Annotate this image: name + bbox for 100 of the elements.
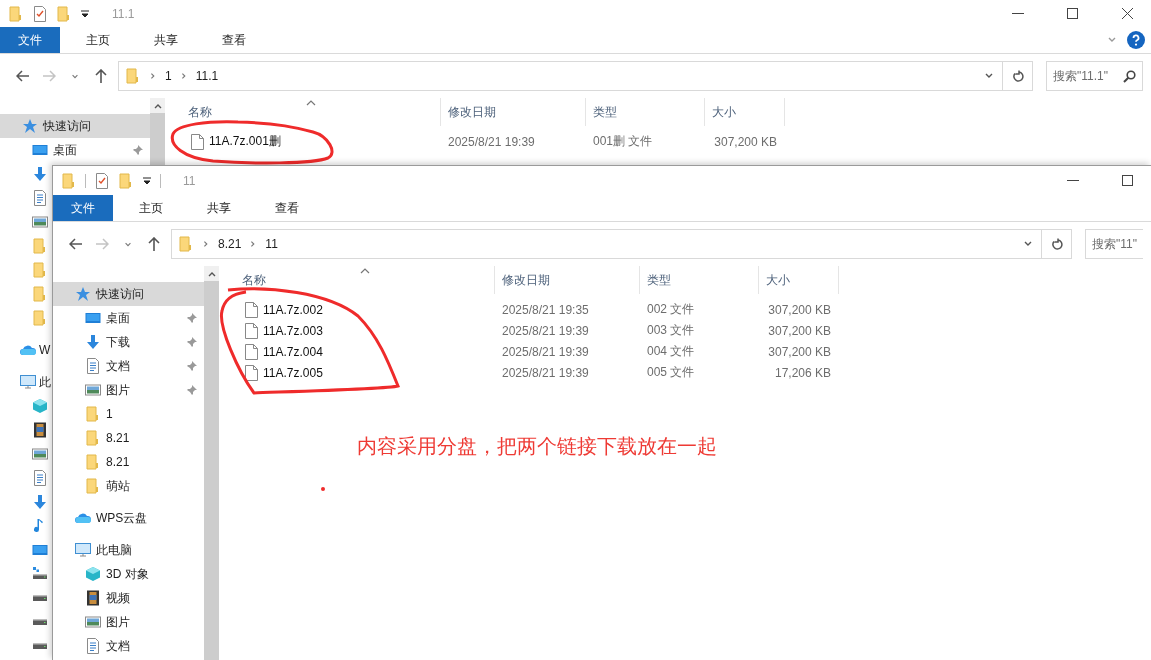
file-type: 004 文件 [646, 343, 696, 360]
column-header[interactable]: 修改日期 [441, 98, 586, 126]
star-icon [75, 286, 91, 302]
ribbon-tab[interactable]: 主页 [121, 195, 181, 221]
sidebar-item[interactable]: 此电脑 [53, 538, 204, 562]
sidebar-item[interactable]: 8.21 [53, 450, 204, 474]
sidebar-item[interactable]: 视频 [53, 586, 204, 610]
recent-locations-icon [124, 240, 132, 248]
sort-caret-icon [360, 268, 370, 274]
folder-icon [178, 236, 194, 252]
minimize-icon [1011, 13, 1024, 14]
sidebar-item[interactable]: 1 [53, 402, 204, 426]
sidebar-item[interactable]: 文档 [53, 354, 204, 378]
picture-icon [85, 614, 101, 630]
cube-icon [32, 398, 48, 414]
properties-icon[interactable] [32, 5, 48, 22]
file-name[interactable]: 11A.7z.005 [263, 365, 323, 380]
sidebar-item[interactable]: 桌面 [0, 138, 150, 162]
folder-icon [125, 68, 141, 84]
ribbon-tab[interactable]: 查看 [257, 195, 317, 221]
folder-icon [85, 406, 101, 422]
address-bar[interactable]: 1 11.1 [118, 61, 1003, 91]
column-header[interactable]: 大小 [705, 98, 785, 126]
cube-icon [85, 566, 101, 582]
scroll-up-icon[interactable] [153, 102, 162, 109]
sidebar-item[interactable]: 图片 [53, 610, 204, 634]
folder-icon [85, 454, 101, 470]
folder-icon [61, 172, 77, 189]
download-arrow-icon [32, 166, 48, 182]
desktop-icon [32, 142, 48, 158]
ribbon-tab[interactable]: 共享 [189, 195, 249, 221]
column-header[interactable]: 名称 [165, 98, 441, 126]
chevron-right-icon [149, 72, 157, 80]
ribbon-tab[interactable]: 查看 [204, 27, 264, 53]
back-arrow-icon[interactable] [16, 70, 30, 82]
file-type: 002 文件 [646, 301, 696, 318]
film-icon [32, 422, 48, 438]
ribbon-tab[interactable]: 文件 [0, 27, 60, 53]
sidebar-item[interactable]: 3D 对象 [53, 562, 204, 586]
refresh-button[interactable] [1042, 229, 1072, 259]
refresh-icon [1011, 69, 1024, 83]
scrollbar[interactable] [204, 266, 219, 660]
column-header[interactable]: 类型 [640, 266, 759, 294]
ribbon-tab[interactable]: 文件 [53, 195, 113, 221]
column-header[interactable]: 类型 [586, 98, 705, 126]
sidebar-item[interactable]: 此 [0, 370, 51, 394]
search-field[interactable]: 搜索"11" [1085, 229, 1143, 259]
sidebar-item[interactable]: WPS云盘 [53, 506, 204, 530]
up-arrow-icon[interactable] [95, 69, 107, 83]
scroll-up-icon[interactable] [207, 270, 216, 277]
folder-icon [8, 5, 24, 22]
column-header[interactable]: 名称 [219, 266, 495, 294]
refresh-icon [1050, 237, 1063, 251]
address-bar[interactable]: 8.21 11 [171, 229, 1042, 259]
file-icon [245, 322, 258, 339]
folder-icon [85, 478, 101, 494]
annotation-dot [321, 487, 325, 491]
search-field[interactable]: 搜索"11.1" [1046, 61, 1143, 91]
file-type: 005 文件 [646, 364, 696, 381]
dropdown-icon[interactable] [142, 175, 152, 186]
file-name[interactable]: 11A.7z.004 [263, 344, 323, 359]
close-icon [1122, 8, 1133, 19]
modified-date: 2025/8/21 19:39 [501, 323, 590, 338]
sidebar-item[interactable]: 文档 [53, 634, 204, 658]
folder-icon [56, 5, 72, 22]
file-icon [245, 364, 258, 381]
ribbon-tab[interactable]: 共享 [136, 27, 196, 53]
download-arrow-icon [32, 494, 48, 510]
drive-icon [32, 566, 48, 582]
file-name[interactable]: 11A.7z.001删 [209, 133, 281, 150]
document-icon [32, 190, 48, 206]
ribbon-tab[interactable]: 主页 [68, 27, 128, 53]
column-header[interactable]: 修改日期 [495, 266, 640, 294]
column-header[interactable]: 大小 [759, 266, 839, 294]
sidebar-item[interactable]: 快速访问 [0, 114, 150, 138]
computer-icon [20, 374, 36, 390]
sidebar-item[interactable]: 桌面 [53, 306, 204, 330]
sort-caret-icon [306, 100, 316, 106]
file-icon [245, 301, 258, 318]
modified-date: 2025/8/21 19:39 [501, 344, 590, 359]
sidebar-item[interactable]: 图片 [53, 378, 204, 402]
back-arrow-icon[interactable] [69, 238, 83, 250]
folder-icon [32, 310, 48, 326]
file-size: 17,206 KB [773, 365, 832, 380]
sidebar-item[interactable]: 下载 [53, 330, 204, 354]
help-icon[interactable] [1127, 31, 1145, 49]
modified-date: 2025/8/21 19:39 [501, 365, 590, 380]
file-name[interactable]: 11A.7z.003 [263, 323, 323, 338]
sidebar-item[interactable]: 8.21 [53, 426, 204, 450]
sidebar-item[interactable]: 萌站 [53, 474, 204, 498]
file-name[interactable]: 11A.7z.002 [263, 302, 323, 317]
folder-icon [32, 286, 48, 302]
maximize-icon [1067, 8, 1078, 19]
computer-icon [75, 542, 91, 558]
up-arrow-icon[interactable] [148, 237, 160, 251]
dropdown-icon[interactable] [80, 8, 90, 19]
properties-icon[interactable] [94, 172, 110, 189]
sidebar-item[interactable]: W [0, 338, 51, 362]
sidebar-item[interactable]: 快速访问 [53, 282, 204, 306]
refresh-button[interactable] [1003, 61, 1033, 91]
